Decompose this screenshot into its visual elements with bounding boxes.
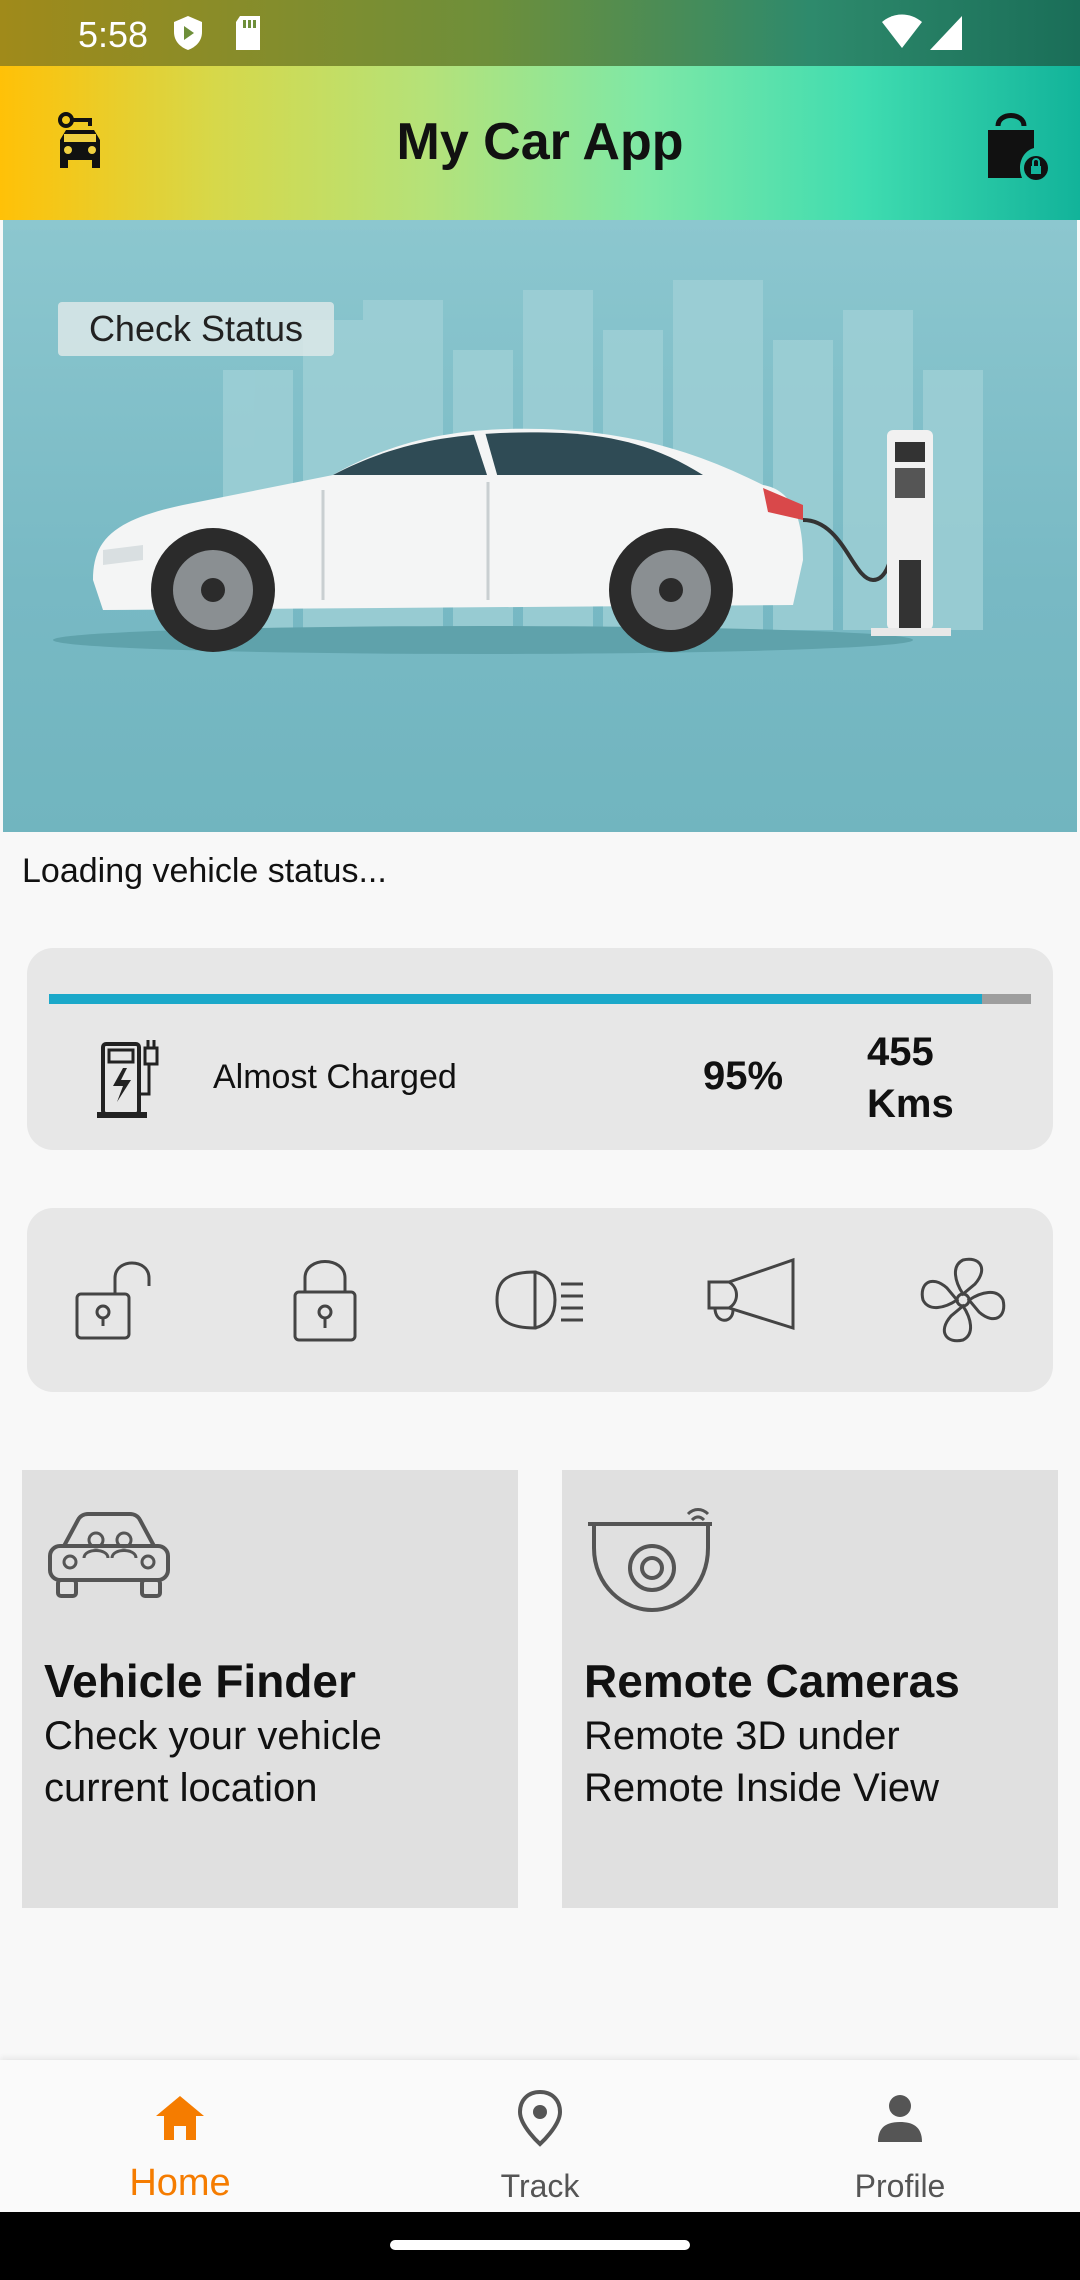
wifi-icon — [880, 14, 924, 57]
vehicle-finder-title: Vehicle Finder — [44, 1655, 356, 1707]
charge-range: 455 Kms — [867, 1030, 954, 1126]
remote-cameras-title: Remote Cameras — [584, 1655, 960, 1707]
unlock-icon — [75, 1261, 151, 1340]
horn-button[interactable] — [703, 1250, 803, 1350]
charge-status-card: Almost Charged 95% 455 Kms — [27, 948, 1053, 1150]
horn-icon — [707, 1257, 795, 1331]
nav-home[interactable]: Home — [0, 2060, 360, 2212]
vehicle-finder-card[interactable]: Vehicle Finder Check your vehicle curren… — [22, 1470, 518, 1908]
bottom-navigation: Home Track Profile — [0, 2060, 1080, 2212]
car-icon — [44, 1506, 174, 1607]
charge-progress-bar — [49, 994, 1031, 1004]
quick-controls-card — [27, 1208, 1053, 1392]
charge-progress-fill — [49, 994, 982, 1004]
location-pin-icon — [510, 2088, 570, 2148]
lock-button[interactable] — [275, 1250, 375, 1350]
headlight-button[interactable] — [489, 1250, 589, 1350]
bag-lock-icon[interactable] — [982, 108, 1048, 180]
nav-track-label: Track — [500, 2168, 580, 2204]
ev-charger-icon — [95, 1034, 169, 1120]
system-navigation-bar — [0, 2212, 1080, 2280]
check-status-button[interactable]: Check Status — [58, 302, 334, 356]
app-bar: My Car App — [0, 66, 1080, 220]
status-time: 5:58 — [78, 14, 149, 55]
home-icon — [150, 2088, 210, 2148]
camera-icon — [584, 1506, 724, 1627]
fan-icon — [920, 1257, 1006, 1343]
charge-percent: 95% — [703, 1054, 784, 1098]
app-title: My Car App — [396, 113, 684, 171]
nav-profile-label: Profile — [854, 2168, 946, 2204]
headlight-icon — [495, 1270, 583, 1330]
unlock-button[interactable] — [67, 1250, 167, 1350]
hero-car-image: Check Status — [3, 220, 1077, 832]
home-gesture-handle[interactable] — [390, 2240, 690, 2250]
status-bar: 5:58 — [0, 0, 1080, 66]
signal-icon — [928, 14, 964, 57]
sd-card-icon — [232, 14, 264, 57]
person-icon — [870, 2088, 930, 2148]
shield-play-icon — [170, 14, 206, 57]
vehicle-finder-description: Check your vehicle current location — [44, 1714, 382, 1810]
charge-status-label: Almost Charged — [213, 1058, 457, 1096]
nav-track[interactable]: Track — [360, 2060, 720, 2212]
nav-profile[interactable]: Profile — [720, 2060, 1080, 2212]
lock-icon — [293, 1260, 357, 1342]
loading-status-text: Loading vehicle status... — [22, 852, 387, 890]
remote-cameras-card[interactable]: Remote Cameras Remote 3D under Remote In… — [562, 1470, 1058, 1908]
remote-cameras-description: Remote 3D under Remote Inside View — [584, 1714, 939, 1810]
nav-home-label: Home — [129, 2162, 231, 2204]
fan-button[interactable] — [913, 1250, 1013, 1350]
